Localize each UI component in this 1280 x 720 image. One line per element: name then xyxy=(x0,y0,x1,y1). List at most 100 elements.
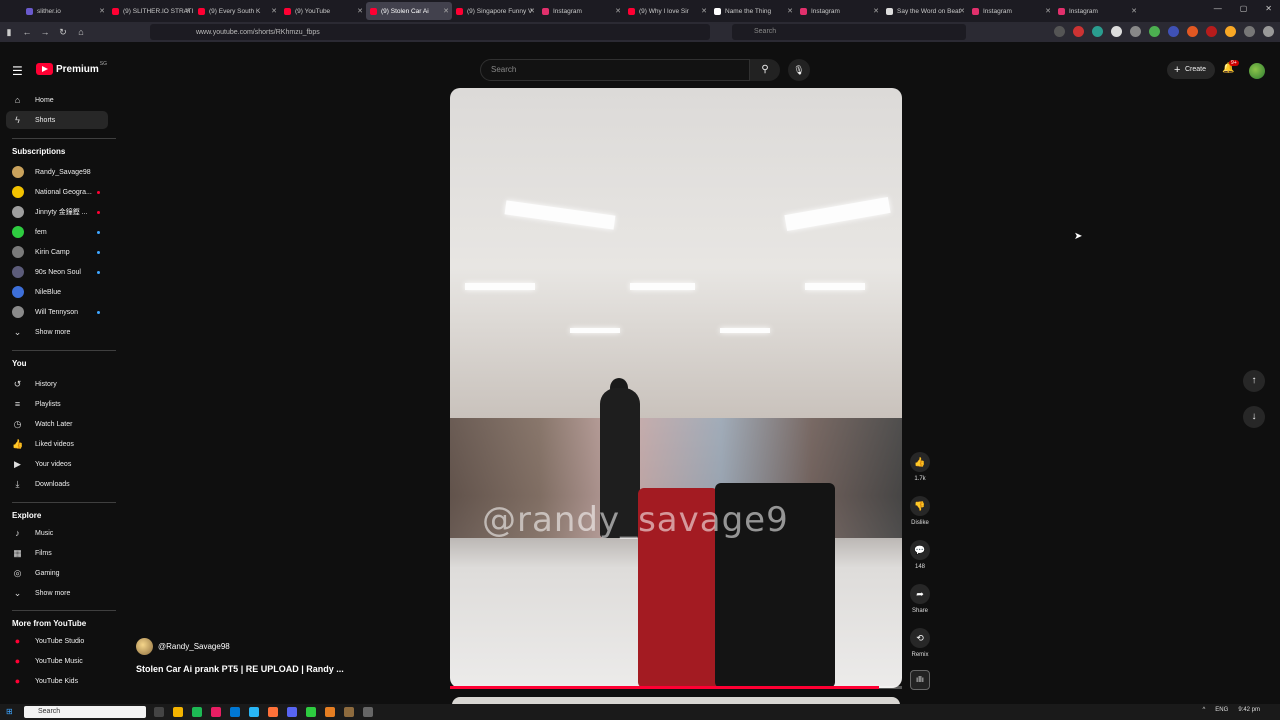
explore-heading[interactable]: Explore xyxy=(12,511,41,520)
sidebar-toggle-icon[interactable]: ▮ xyxy=(0,27,18,38)
account-avatar[interactable] xyxy=(1249,63,1265,79)
language-indicator[interactable]: ENG xyxy=(1215,707,1228,713)
firefox-icon[interactable] xyxy=(268,707,278,717)
sidebar-item-youtube-kids[interactable]: ● YouTube Kids xyxy=(6,672,108,690)
sidebar-item-history[interactable]: ↺ History xyxy=(6,375,108,393)
tab-close-icon[interactable]: ✕ xyxy=(357,7,363,15)
extension-icon[interactable] xyxy=(1054,26,1065,37)
browser-search-input[interactable]: Search xyxy=(732,24,966,40)
browser-tab[interactable]: Instagram ✕ xyxy=(968,2,1054,20)
app-icon[interactable] xyxy=(363,707,373,717)
browser-tab[interactable]: (9) Singapore Funny V ✕ xyxy=(452,2,538,20)
subscription-item[interactable]: Jinnyty 金鐘鏗 ... xyxy=(6,203,108,221)
hamburger-menu-icon[interactable]: ☰ xyxy=(12,64,23,78)
tab-close-icon[interactable]: ✕ xyxy=(787,7,793,15)
browser-tab[interactable]: (9) YouTube ✕ xyxy=(280,2,366,20)
extension-icon[interactable] xyxy=(1244,26,1255,37)
sidebar-item-gaming[interactable]: ◎ Gaming xyxy=(6,564,108,582)
sidebar-item-shorts[interactable]: ϟ Shorts xyxy=(6,111,108,129)
search-button[interactable]: ⚲ xyxy=(750,59,780,81)
tab-close-icon[interactable]: ✕ xyxy=(185,7,191,15)
subscription-item[interactable]: 90s Neon Soul xyxy=(6,263,108,281)
dislike-button[interactable]: 👎 xyxy=(910,496,930,516)
sidebar-item-youtube-music[interactable]: ● YouTube Music xyxy=(6,652,108,670)
show-more-button[interactable]: ⌄ Show more xyxy=(6,584,108,602)
tab-close-icon[interactable]: ✕ xyxy=(99,7,105,15)
sidebar-item-watch-later[interactable]: ◷ Watch Later xyxy=(6,415,108,433)
subscription-item[interactable]: National Geogra... xyxy=(6,183,108,201)
task-view-icon[interactable] xyxy=(154,707,164,717)
extension-icon[interactable] xyxy=(1130,26,1141,37)
subscription-item[interactable]: Will Tennyson xyxy=(6,303,108,321)
browser-tab[interactable]: Name the Thing ✕ xyxy=(710,2,796,20)
app-icon[interactable] xyxy=(344,707,354,717)
tab-close-icon[interactable]: ✕ xyxy=(959,7,965,15)
sidebar-item-music[interactable]: ♪ Music xyxy=(6,524,108,542)
sidebar-item-home[interactable]: ⌂ Home xyxy=(6,91,108,109)
discord-icon[interactable] xyxy=(287,707,297,717)
back-icon[interactable]: ← xyxy=(18,27,36,37)
taskbar-search-input[interactable]: Search xyxy=(24,706,146,718)
minimize-icon[interactable]: — xyxy=(1214,4,1222,13)
create-button[interactable]: + Create xyxy=(1167,61,1215,79)
extension-icon[interactable] xyxy=(1206,26,1217,37)
audio-track-button[interactable]: ıllı xyxy=(910,670,930,690)
subscriptions-heading[interactable]: Subscriptions xyxy=(12,147,65,156)
tab-close-icon[interactable]: ✕ xyxy=(529,7,535,15)
browser-tab[interactable]: (9) Every South K ✕ xyxy=(194,2,280,20)
extension-icon[interactable] xyxy=(1168,26,1179,37)
edge-icon[interactable] xyxy=(230,707,240,717)
short-title[interactable]: Stolen Car Ai prank PT5 | RE UPLOAD | Ra… xyxy=(136,664,344,674)
sidebar-item-downloads[interactable]: ⤓ Downloads xyxy=(6,475,108,493)
subscription-item[interactable]: Randy_Savage98 xyxy=(6,163,108,181)
app-icon[interactable] xyxy=(325,707,335,717)
browser-tab[interactable]: (9) SLITHER.IO STRATI ✕ xyxy=(108,2,194,20)
sidebar-item-liked-videos[interactable]: 👍 Liked videos xyxy=(6,435,108,453)
browser-tab[interactable]: (9) Why I love Sir ✕ xyxy=(624,2,710,20)
tab-close-icon[interactable]: ✕ xyxy=(615,7,621,15)
url-bar[interactable]: www.youtube.com/shorts/RKhmzu_fbps xyxy=(150,24,710,40)
extension-icon[interactable] xyxy=(1187,26,1198,37)
channel-name[interactable]: @Randy_Savage98 xyxy=(158,642,230,651)
subscription-item[interactable]: NileBlue xyxy=(6,283,108,301)
you-heading[interactable]: You xyxy=(12,359,27,368)
remix-button[interactable]: ⟲ xyxy=(910,628,930,648)
extension-icon[interactable] xyxy=(1149,26,1160,37)
youtube-premium-logo[interactable]: Premium SG xyxy=(36,61,107,75)
extension-icon[interactable] xyxy=(1111,26,1122,37)
browser-tab[interactable]: (9) Stolen Car Ai ✕ xyxy=(366,2,452,20)
sidebar-item-your-videos[interactable]: ▶ Your videos xyxy=(6,455,108,473)
tab-close-icon[interactable]: ✕ xyxy=(873,7,879,15)
subscription-item[interactable]: Kirin Camp xyxy=(6,243,108,261)
maximize-icon[interactable]: ▢ xyxy=(1240,4,1248,13)
previous-short-button[interactable]: ↑ xyxy=(1243,370,1265,392)
channel-info[interactable]: @Randy_Savage98 xyxy=(136,638,230,655)
clock[interactable]: 9:42 pm xyxy=(1238,707,1260,713)
tab-close-icon[interactable]: ✕ xyxy=(443,7,449,15)
app-icon[interactable] xyxy=(249,707,259,717)
tray-chevron-icon[interactable]: ^ xyxy=(1202,707,1205,713)
show-more-button[interactable]: ⌄ Show more xyxy=(6,323,108,341)
browser-tab[interactable]: Instagram ✕ xyxy=(1054,2,1140,20)
reload-icon[interactable]: ↻ xyxy=(54,27,72,38)
sidebar-item-playlists[interactable]: ≡ Playlists xyxy=(6,395,108,413)
app-icon[interactable] xyxy=(211,707,221,717)
sidebar-item-youtube-studio[interactable]: ● YouTube Studio xyxy=(6,632,108,650)
extension-icon[interactable] xyxy=(1092,26,1103,37)
browser-tab[interactable]: Instagram ✕ xyxy=(538,2,624,20)
channel-avatar[interactable] xyxy=(136,638,153,655)
browser-tab[interactable]: Instagram ✕ xyxy=(796,2,882,20)
browser-tab[interactable]: Say the Word on Beat ✕ xyxy=(882,2,968,20)
like-button[interactable]: 👍 xyxy=(910,452,930,472)
extension-icon[interactable] xyxy=(1225,26,1236,37)
close-window-icon[interactable]: ✕ xyxy=(1265,4,1272,13)
comments-button[interactable]: 💬 xyxy=(910,540,930,560)
video-progress-bar[interactable] xyxy=(450,686,902,689)
home-browser-icon[interactable]: ⌂ xyxy=(72,27,90,37)
next-short-button[interactable]: ↓ xyxy=(1243,406,1265,428)
sidebar-item-films[interactable]: ▦ Films xyxy=(6,544,108,562)
spotify-icon[interactable] xyxy=(192,707,202,717)
voice-search-button[interactable]: 🎙 xyxy=(788,59,810,81)
tab-close-icon[interactable]: ✕ xyxy=(701,7,707,15)
youtube-search-input[interactable]: Search xyxy=(480,59,750,81)
